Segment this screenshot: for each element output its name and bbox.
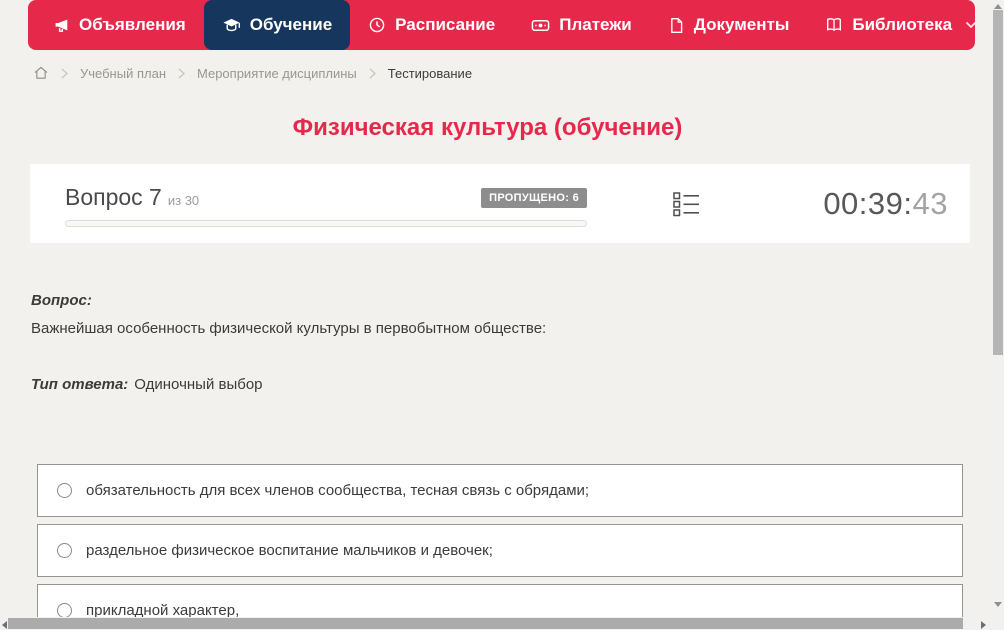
answer-option-label: обязательность для всех членов сообществ… — [86, 482, 590, 499]
radio-button-icon[interactable] — [57, 483, 72, 498]
question-heading: Вопрос: — [31, 292, 92, 309]
answer-type-row: Тип ответа: Одиночный выбор — [31, 376, 966, 393]
vertical-scrollbar-thumb[interactable] — [993, 10, 1003, 355]
open-book-icon — [825, 16, 843, 34]
nav-item-label: Библиотека — [852, 15, 953, 34]
nav-item-label: Расписание — [395, 15, 496, 34]
radio-button-icon[interactable] — [57, 543, 72, 558]
nav-item-payments[interactable]: Платежи — [513, 0, 650, 50]
timer-hours-minutes: 00:39: — [823, 186, 913, 221]
nav-item-label: Объявления — [79, 15, 186, 34]
scroll-up-arrow-icon[interactable] — [994, 4, 1002, 9]
nav-item-announcements[interactable]: Объявления — [34, 0, 204, 50]
answer-type-label: Тип ответа: — [31, 376, 129, 393]
radio-button-icon[interactable] — [57, 603, 72, 618]
answer-option[interactable]: раздельное физическое воспитание мальчик… — [37, 524, 963, 577]
answer-option[interactable]: обязательность для всех членов сообществ… — [37, 464, 963, 517]
breadcrumb-item-discipline-event[interactable]: Мероприятие дисциплины — [197, 66, 357, 81]
nav-item-label: Платежи — [559, 15, 632, 34]
banknote-icon — [531, 16, 550, 35]
breadcrumb-item-testing: Тестирование — [387, 65, 473, 81]
chevron-down-icon — [965, 21, 977, 29]
question-number: Вопрос 7 — [65, 184, 162, 210]
chevron-right-icon — [369, 67, 376, 79]
question-progress-block: Вопрос 7 из 30 ПРОПУЩЕНО: 6 — [65, 184, 587, 227]
nav-item-documents[interactable]: Документы — [650, 0, 808, 50]
nav-item-schedule[interactable]: Расписание — [350, 0, 513, 50]
progress-bar — [65, 220, 587, 227]
quiz-header-panel: Вопрос 7 из 30 ПРОПУЩЕНО: 6 00:39:43 — [30, 164, 970, 243]
nav-item-learning[interactable]: Обучение — [203, 0, 351, 50]
horizontal-scrollbar[interactable] — [0, 617, 1004, 630]
scroll-left-arrow-icon[interactable] — [2, 621, 7, 629]
breadcrumb: Учебный план Мероприятие дисциплины Тест… — [33, 63, 472, 83]
timer-seconds: 43 — [912, 186, 948, 221]
answer-type-value: Одиночный выбор — [134, 376, 263, 393]
page-title: Физическая культура (обучение) — [292, 114, 683, 141]
nav-item-label: Обучение — [249, 15, 333, 34]
nav-item-library[interactable]: Библиотека — [807, 0, 995, 50]
question-text: Важнейшая особенность физической культур… — [31, 320, 547, 337]
main-navbar: Объявления Обучение Расписание Платежи Д… — [28, 0, 977, 50]
megaphone-icon — [52, 16, 70, 34]
horizontal-scrollbar-thumb[interactable] — [8, 618, 963, 629]
question-total: из 30 — [167, 193, 200, 208]
nav-item-label: Документы — [693, 15, 790, 34]
home-icon[interactable] — [33, 65, 49, 81]
breadcrumb-item-curriculum[interactable]: Учебный план — [80, 66, 166, 81]
document-icon — [668, 17, 685, 34]
chevron-right-icon — [178, 67, 185, 79]
question-list-icon[interactable] — [673, 191, 700, 223]
graduation-cap-icon — [222, 16, 241, 35]
vertical-scrollbar[interactable] — [992, 0, 1004, 617]
clock-icon — [368, 16, 386, 34]
skipped-badge: ПРОПУЩЕНО: 6 — [481, 187, 587, 208]
countdown-timer: 00:39:43 — [823, 186, 948, 222]
scroll-down-arrow-icon[interactable] — [994, 602, 1002, 607]
question-block: Вопрос: Важнейшая особенность физической… — [31, 292, 966, 393]
answer-option-label: раздельное физическое воспитание мальчик… — [86, 542, 493, 559]
chevron-right-icon — [61, 67, 68, 79]
scroll-right-arrow-icon[interactable] — [981, 621, 986, 629]
question-counter: Вопрос 7 из 30 — [65, 184, 199, 211]
